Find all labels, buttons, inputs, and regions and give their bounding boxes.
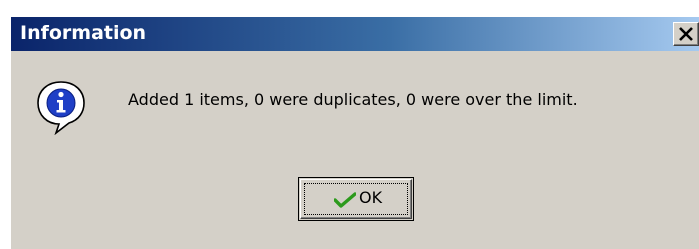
checkmark-icon [334,192,356,208]
ok-button-label: OK [359,188,383,207]
ok-button[interactable]: OK [298,177,414,221]
close-button[interactable] [673,22,699,46]
ok-button-focus-ring [304,183,408,215]
dialog-title: Information [20,22,147,44]
title-bar[interactable]: Information [11,17,699,51]
info-icon [37,81,85,135]
close-icon [679,27,693,41]
information-dialog: Information Added 1 items, 0 were duplic… [10,17,699,249]
dialog-message: Added 1 items, 0 were duplicates, 0 were… [128,90,578,109]
